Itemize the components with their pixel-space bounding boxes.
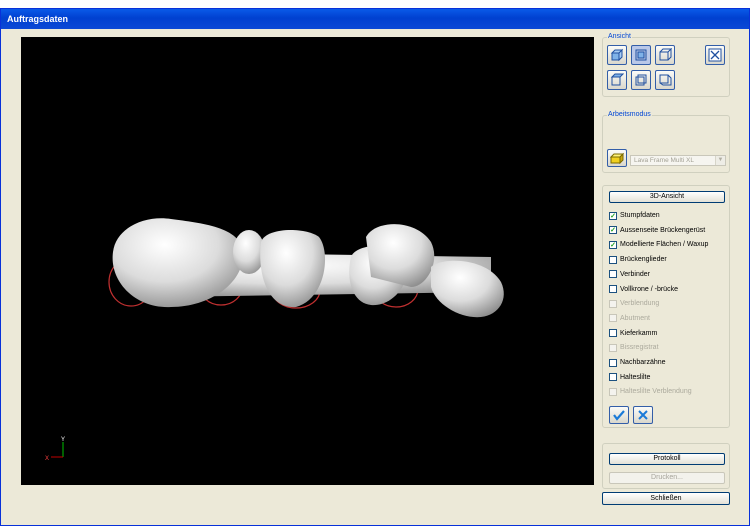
fit-view-icon — [708, 48, 722, 62]
layer-label: Kieferkamm — [620, 329, 658, 337]
confirm-button[interactable] — [609, 406, 629, 424]
layer-label: Abutment — [620, 314, 650, 322]
material-select[interactable]: Lava Frame Multi XL ▼ — [630, 155, 726, 166]
checkbox[interactable] — [609, 358, 617, 367]
crown — [233, 230, 265, 274]
layer-checkbox[interactable]: Brückenglieder — [609, 254, 667, 265]
material-button[interactable] — [607, 149, 627, 167]
view-bottom-icon — [659, 74, 672, 86]
3d-viewport[interactable]: Y X — [21, 37, 594, 485]
layer-checkbox[interactable]: ✓ Stumpfdaten — [609, 210, 660, 221]
view-3d-button[interactable]: 3D-Ansicht — [609, 191, 725, 203]
y-axis-label: Y — [61, 437, 65, 443]
checkbox[interactable] — [609, 285, 617, 293]
checkbox[interactable]: ✓ — [609, 211, 617, 220]
protocol-button[interactable]: Protokoll — [609, 453, 725, 465]
bridge-model: Y X — [45, 218, 504, 462]
layer-label: Nachbarzähne — [620, 359, 666, 366]
window: Auftragsdaten Y X Ansicht Arbeitsmodus L… — [0, 8, 750, 526]
checkbox[interactable]: ✓ — [609, 226, 617, 235]
report-group: Protokoll Drucken... — [602, 443, 730, 489]
view-iso-icon — [610, 48, 624, 62]
view-front-button[interactable] — [631, 45, 651, 65]
cancel-button[interactable] — [633, 406, 653, 424]
layer-checkbox[interactable]: Kieferkamm — [609, 328, 657, 339]
layer-label: Halteslilte Verblendung — [620, 388, 692, 396]
layer-checkbox: Verblendung — [609, 298, 659, 309]
layer-label: Stumpfdaten — [620, 212, 660, 219]
view-top-icon — [610, 73, 624, 86]
layer-checkbox[interactable]: ✓ Modellierte Flächen / Waxup — [609, 239, 708, 250]
checkbox — [609, 387, 617, 396]
layer-checkbox: Abutment — [609, 313, 650, 324]
crown — [260, 230, 326, 308]
view-side-icon — [659, 48, 672, 61]
checkbox — [609, 314, 617, 323]
view-side-button[interactable] — [655, 45, 675, 65]
view-back-icon — [635, 74, 647, 86]
print-button[interactable]: Drucken... — [609, 472, 725, 484]
pontic — [431, 260, 504, 318]
work-mode-legend: Arbeitsmodus — [607, 111, 652, 118]
title-bar: Auftragsdaten — [1, 9, 749, 29]
checkbox[interactable] — [609, 373, 617, 382]
view-bottom-button[interactable] — [655, 70, 675, 90]
layer-label: Verbinder — [620, 270, 650, 278]
layer-label: Bissregistrat — [620, 344, 659, 352]
layer-checkbox[interactable]: Vollkrone / -brücke — [609, 284, 678, 295]
layer-checkbox[interactable]: Verbinder — [609, 269, 650, 280]
view-top-button[interactable] — [607, 70, 627, 90]
view-group: Ansicht — [602, 33, 730, 97]
layers-group: 3D-Ansicht ✓ Stumpfdaten ✓ Aussenseite Brüc… — [602, 185, 730, 428]
x-axis-label: X — [45, 456, 49, 462]
layer-checkbox: Bissregistrat — [609, 342, 659, 353]
checkbox — [609, 299, 617, 308]
checkbox[interactable]: ✓ — [609, 240, 617, 249]
checkbox[interactable] — [609, 270, 617, 279]
checkbox[interactable] — [609, 255, 617, 264]
control-panel: Ansicht Arbeitsmodus Lava Frame Multi XL… — [600, 33, 732, 489]
view-iso-button[interactable] — [607, 45, 627, 65]
material-select-value: Lava Frame Multi XL — [634, 157, 694, 164]
layer-label: Aussenseite Brückengerüst — [620, 226, 706, 234]
chevron-down-icon: ▼ — [715, 156, 725, 165]
check-icon — [613, 410, 625, 421]
layer-label: Verblendung — [620, 300, 660, 308]
checkbox[interactable] — [609, 329, 617, 338]
view-legend: Ansicht — [607, 33, 632, 40]
layer-checkbox[interactable]: Nachbarzähne — [609, 357, 666, 368]
crown — [366, 224, 435, 287]
x-icon — [638, 410, 648, 420]
fit-view-button[interactable] — [705, 45, 725, 65]
layer-label: Modellierte Flächen / Waxup — [620, 241, 709, 249]
close-button[interactable]: Schließen — [602, 492, 730, 505]
layer-checkbox[interactable]: Halteslilte — [609, 372, 650, 383]
layer-label: Vollkrone / -brücke — [620, 285, 678, 293]
layer-checkbox: Halteslilte Verblendung — [609, 386, 692, 397]
layer-label: Brückenglieder — [620, 256, 667, 264]
view-back-button[interactable] — [631, 70, 651, 90]
checkbox — [609, 343, 617, 352]
view-front-icon — [635, 49, 647, 61]
layer-checkbox[interactable]: ✓ Aussenseite Brückengerüst — [609, 225, 705, 236]
layer-label: Halteslilte — [620, 373, 651, 381]
work-mode-group: Arbeitsmodus Lava Frame Multi XL ▼ — [602, 111, 730, 173]
material-block-icon — [610, 152, 624, 164]
